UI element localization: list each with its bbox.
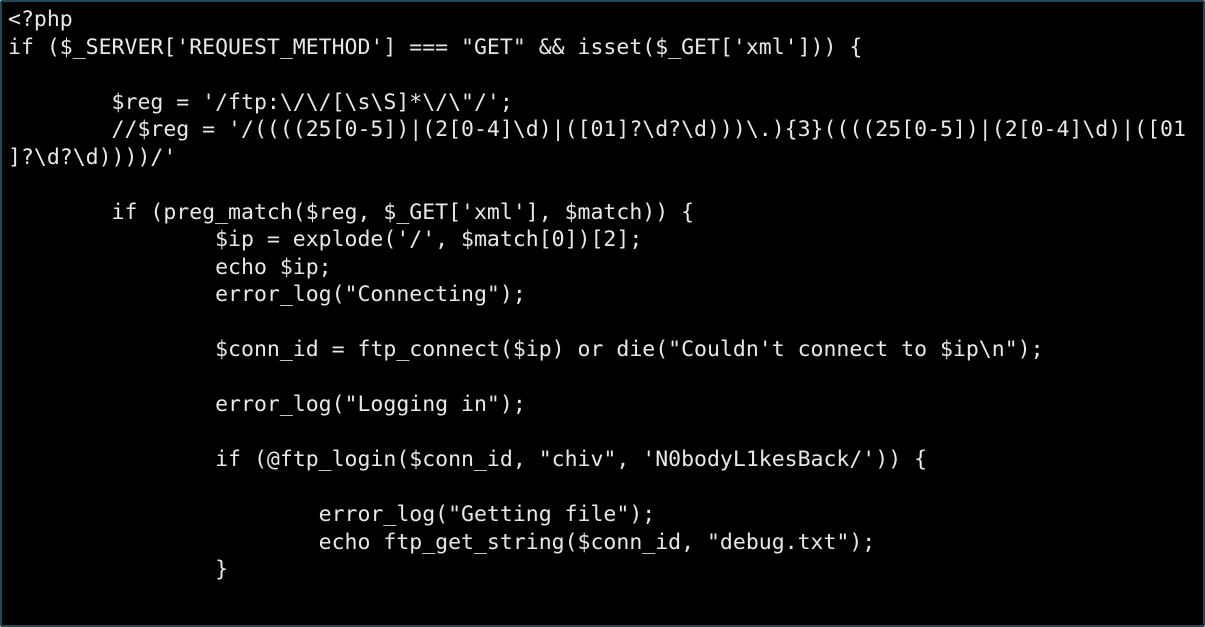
code-line: if (@ftp_login($conn_id, "chiv", 'N0body… [8, 447, 927, 472]
code-line: if (preg_match($reg, $_GET['xml'], $matc… [8, 200, 694, 225]
code-line: echo $ip; [8, 255, 332, 280]
code-line: echo ftp_get_string($conn_id, "debug.txt… [8, 530, 875, 555]
code-line: $conn_id = ftp_connect($ip) or die("Coul… [8, 337, 1044, 362]
code-line: if ($_SERVER['REQUEST_METHOD'] === "GET"… [8, 35, 862, 60]
code-line: } [8, 557, 228, 582]
code-line: <?php [8, 7, 73, 32]
code-line: $ip = explode('/', $match[0])[2]; [8, 227, 642, 252]
code-line: $reg = '/ftp:\/\/[\s\S]*\/\"/'; [8, 90, 513, 115]
code-line: error_log("Connecting"); [8, 282, 526, 307]
code-line: error_log("Logging in"); [8, 392, 526, 417]
code-block: <?php if ($_SERVER['REQUEST_METHOD'] ===… [0, 0, 1205, 627]
code-line: ]?\d?\d))))/' [8, 145, 176, 170]
code-line: //$reg = '/((((25[0-5])|(2[0-4]\d)|([01]… [8, 117, 1186, 142]
code-line: error_log("Getting file"); [8, 502, 655, 527]
